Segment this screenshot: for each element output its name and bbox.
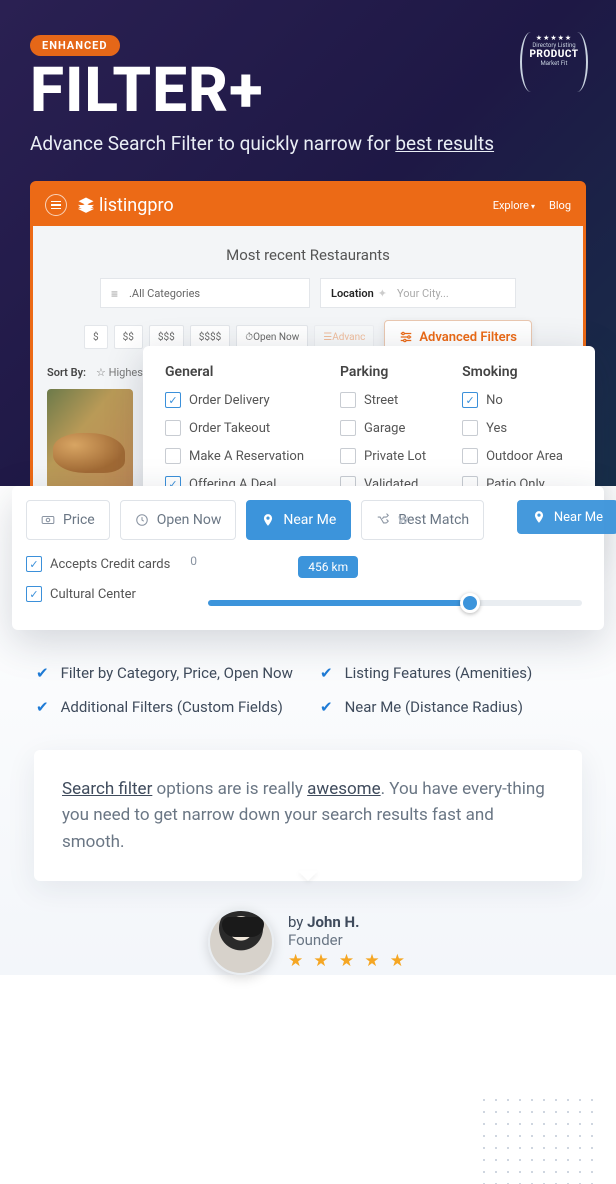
feature-item: ✔ Filter by Category, Price, Open Now [36,664,296,682]
filter-group-title: Smoking [462,364,563,380]
feature-item: ✔ Near Me (Distance Radius) [320,698,580,716]
hero-section: ★★★★★ Directory Listing PRODUCT Market F… [0,0,616,522]
product-seal-badge: ★★★★★ Directory Listing PRODUCT Market F… [520,28,588,96]
feature-label: Listing Features (Amenities) [345,664,533,682]
list-icon [111,288,123,298]
check-icon: ✔ [36,698,49,716]
filter-option-label: Order Takeout [189,421,270,436]
listing-thumbnail[interactable] [47,389,133,489]
category-select[interactable]: .All Categories [100,278,310,308]
nav-explore[interactable]: Explore▾ [493,199,535,212]
testimonial-author: by John H. Founder ★ ★ ★ ★ ★ [0,909,616,975]
filter-option-label: Order Delivery [189,393,270,408]
price-pill-2[interactable]: $$ [114,325,143,349]
money-icon [41,513,55,527]
ghost-suffix: w [398,512,409,528]
near-me-button[interactable]: Near Me [246,500,351,540]
filter-option[interactable]: Outdoor Area [462,448,563,464]
filter-option-label: Make A Reservation [189,449,304,464]
filter-option[interactable]: Order Takeout [165,420,304,436]
enhanced-badge: ENHANCED [30,35,120,56]
decorative-dots [478,1094,598,1184]
sort-by-label: Sort By: [47,366,86,379]
author-name: John H. [307,913,359,931]
slider-knob[interactable] [460,593,480,613]
open-now-button[interactable]: Open Now [120,500,237,540]
distance-slider[interactable]: 456 km 0 [190,556,590,616]
feature-item: ✔ Additional Filters (Custom Fields) [36,698,296,716]
clock-icon [135,513,149,527]
shuffle-icon [376,513,390,527]
hero-title: FILTER+ [30,60,586,122]
filter-option[interactable]: Order Delivery [165,392,304,408]
filter-option[interactable]: Make A Reservation [165,448,304,464]
checkbox-icon[interactable] [340,392,356,408]
stack-icon [77,196,95,214]
checkbox-icon[interactable] [462,448,478,464]
filter-option[interactable]: Accepts Credit cards [26,556,170,572]
filter-option[interactable]: No [462,392,563,408]
filter-option-label: Cultural Center [50,587,136,602]
page-title: Most recent Restaurants [47,246,569,264]
feature-item: ✔ Listing Features (Amenities) [320,664,580,682]
filter-option-label: No [486,393,503,408]
filter-option[interactable]: Cultural Center [26,586,170,602]
filter-option-label: Street [364,393,398,408]
rating-stars: ★ ★ ★ ★ ★ [288,951,408,971]
author-avatar [208,909,274,975]
near-me-button-ghost[interactable]: Near Me [517,500,616,534]
price-button[interactable]: Price [26,500,110,540]
feature-label: Filter by Category, Price, Open Now [61,664,293,682]
checkbox-icon[interactable] [26,556,42,572]
sliders-icon [399,330,413,344]
brand-logo[interactable]: listingpro [77,195,174,216]
filter-option[interactable]: Street [340,392,426,408]
filter-option[interactable]: Private Lot [340,448,426,464]
feature-label: Near Me (Distance Radius) [345,698,523,716]
author-role: Founder [288,931,408,949]
feature-label: Additional Filters (Custom Fields) [61,698,283,716]
mockup-topbar: listingpro Explore▾ Blog [33,184,583,226]
checkbox-icon[interactable] [340,420,356,436]
filter-option-label: Yes [486,421,507,436]
app-mockup: listingpro Explore▾ Blog Most recent Res… [30,181,586,522]
price-pill-1[interactable]: $ [84,325,108,349]
filter-option-label: Outdoor Area [486,449,563,464]
filter-option-label: Garage [364,421,405,436]
checkbox-icon[interactable] [340,448,356,464]
check-icon: ✔ [320,664,333,682]
checkbox-icon[interactable] [165,420,181,436]
filter-option[interactable]: Garage [340,420,426,436]
check-icon: ✔ [36,664,49,682]
location-input[interactable]: Location ✦ Your City... [320,278,516,308]
checkbox-icon[interactable] [165,448,181,464]
testimonial: Search filter options are is really awes… [34,750,582,881]
checkbox-icon[interactable] [165,392,181,408]
filter-option[interactable]: Yes [462,420,563,436]
check-icon: ✔ [320,698,333,716]
slider-min-label: 0 [190,554,197,568]
filter-group-title: Parking [340,364,426,380]
pin-icon [532,510,546,524]
filter-group-title: General [165,364,304,380]
checkbox-icon[interactable] [462,392,478,408]
pin-icon [261,513,275,527]
slider-value-badge: 456 km [298,556,358,578]
filter-option-label: Accepts Credit cards [50,557,170,572]
checkbox-icon[interactable] [462,420,478,436]
nav-blog[interactable]: Blog [549,199,571,212]
filter-option-label: Private Lot [364,449,426,464]
checkbox-icon[interactable] [26,586,42,602]
hero-subtitle: Advance Search Filter to quickly narrow … [30,132,586,155]
hamburger-icon[interactable] [45,194,67,216]
filter-bar-card: Price Open Now Near Me Best Match w Near… [12,486,604,630]
